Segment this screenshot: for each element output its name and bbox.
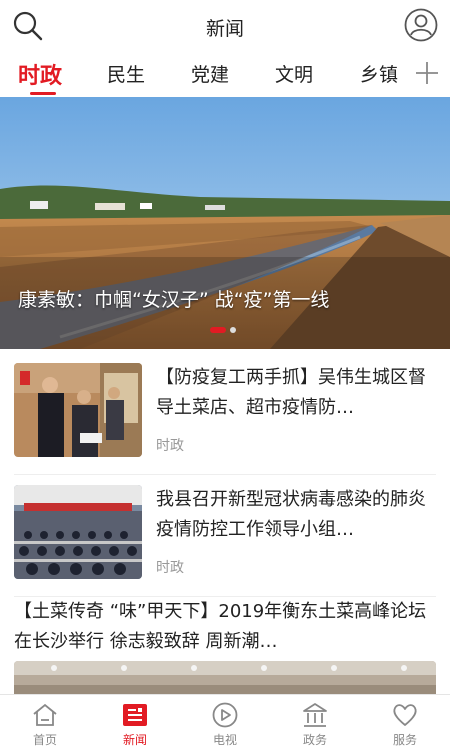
play-icon: [212, 702, 238, 728]
home-icon: [33, 703, 57, 726]
government-icon: [303, 703, 327, 727]
banner-caption[interactable]: 康素敏：巾帼“女汉子” 战“疫”第一线: [18, 285, 329, 312]
plus-icon[interactable]: [414, 60, 440, 86]
news-list-item[interactable]: 我县召开新型冠状病毒感染的肺炎疫情防控工作领导小组… 时政: [14, 485, 436, 597]
nav-news[interactable]: 新闻: [90, 695, 180, 750]
nav-government[interactable]: 政务: [270, 695, 360, 750]
tab-shizheng[interactable]: 时政: [18, 58, 62, 90]
news-category: 时政: [156, 438, 184, 454]
nav-label: 电视: [212, 733, 237, 747]
app-header: 新闻: [0, 0, 450, 52]
page-title: 新闻: [205, 18, 244, 40]
carousel-dot-active[interactable]: [210, 327, 226, 333]
nav-service[interactable]: 服务: [360, 695, 450, 750]
nav-home[interactable]: 首页: [0, 695, 90, 750]
news-title[interactable]: 我县召开新型冠状病毒感染的肺炎疫情防控工作领导小组…: [156, 485, 436, 545]
heart-icon: [393, 704, 417, 726]
nav-label: 政务: [302, 733, 327, 747]
tab-minsheng[interactable]: 民生: [107, 60, 145, 87]
news-title[interactable]: 【防疫复工两手抓】吴伟生城区督导土菜店、超市疫情防…: [156, 363, 436, 423]
tab-xiangzhen[interactable]: 乡镇: [360, 60, 398, 87]
tab-wenming[interactable]: 文明: [275, 60, 313, 87]
tab-dangjian[interactable]: 党建: [191, 60, 229, 87]
nav-label: 服务: [392, 733, 417, 747]
news-title[interactable]: 【土菜传奇 “味”甲天下】2019年衡东土菜高峰论坛在长沙举行 徐志毅致辞 周新…: [14, 597, 436, 657]
user-icon[interactable]: [404, 8, 438, 42]
active-tab-indicator: [30, 92, 56, 95]
news-thumbnail: [14, 363, 142, 457]
headline-banner[interactable]: 康素敏：巾帼“女汉子” 战“疫”第一线: [0, 97, 450, 349]
nav-label: 首页: [32, 733, 57, 747]
news-list-item-featured[interactable]: 【土菜传奇 “味”甲天下】2019年衡东土菜高峰论坛在长沙举行 徐志毅致辞 周新…: [14, 597, 436, 701]
news-category: 时政: [156, 560, 184, 576]
nav-label: 新闻: [122, 733, 147, 747]
nav-tv[interactable]: 电视: [180, 695, 270, 750]
news-list-item[interactable]: 【防疫复工两手抓】吴伟生城区督导土菜店、超市疫情防… 时政: [14, 363, 436, 475]
carousel-dot[interactable]: [230, 327, 236, 333]
bottom-navigation: 首页 新闻 电视 政务 服务: [0, 694, 450, 750]
news-icon: [123, 704, 147, 726]
news-thumbnail: [14, 485, 142, 579]
category-tabs: 时政 民生 党建 文明 乡镇: [0, 52, 450, 98]
